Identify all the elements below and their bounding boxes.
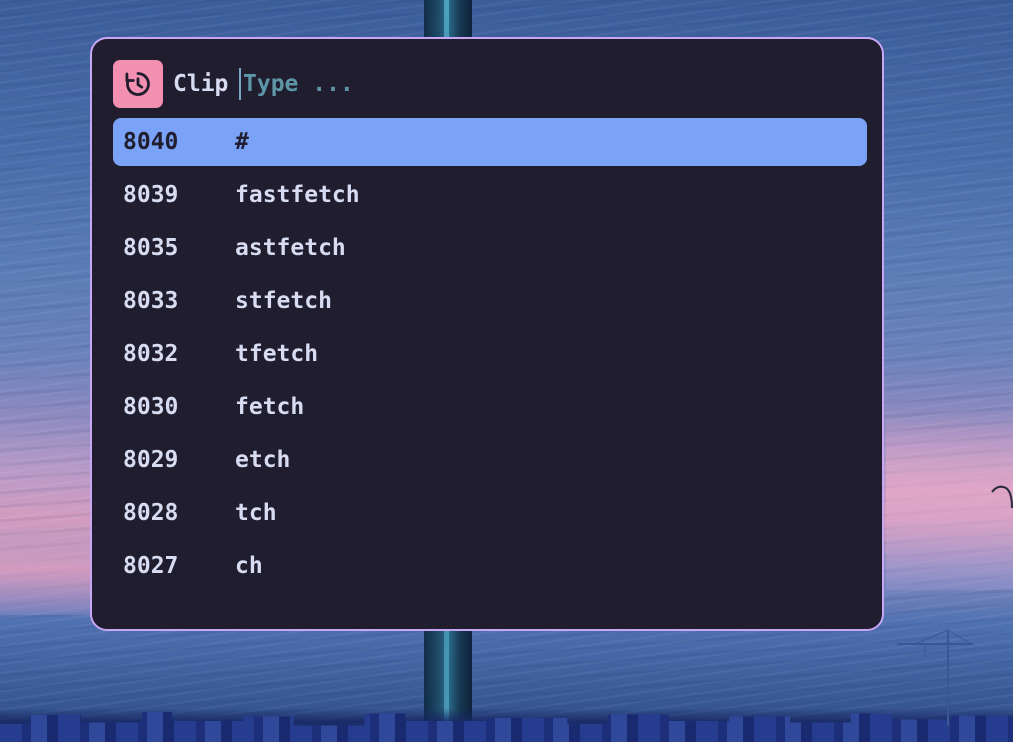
clipboard-launcher-window: Clip 8040 # 8039 fastfetch 8035 astfetch…: [90, 37, 884, 631]
wallpaper-lamp: [991, 485, 1013, 508]
result-id: 8033: [123, 288, 179, 314]
result-text: ch: [235, 553, 263, 579]
history-icon: [125, 72, 150, 96]
result-id: 8030: [123, 394, 179, 420]
result-id: 8027: [123, 553, 179, 579]
search-bar: Clip: [113, 60, 867, 108]
result-text: tch: [235, 500, 277, 526]
result-row[interactable]: 8035 astfetch: [113, 224, 867, 272]
result-row[interactable]: 8039 fastfetch: [113, 171, 867, 219]
mode-button[interactable]: [113, 60, 163, 108]
mode-label: Clip: [173, 71, 229, 97]
result-row[interactable]: 8033 stfetch: [113, 277, 867, 325]
result-id: 8032: [123, 341, 179, 367]
result-row[interactable]: 8028 tch: [113, 489, 867, 537]
result-text: fetch: [235, 394, 305, 420]
crane-silhouette: [897, 629, 973, 726]
result-row[interactable]: 8032 tfetch: [113, 330, 867, 378]
result-text: etch: [235, 447, 291, 473]
result-text: stfetch: [235, 288, 332, 314]
search-input[interactable]: [239, 68, 843, 100]
result-text: astfetch: [235, 235, 346, 261]
result-id: 8040: [123, 129, 179, 155]
result-text: fastfetch: [235, 182, 360, 208]
result-id: 8035: [123, 235, 179, 261]
result-id: 8028: [123, 500, 179, 526]
result-id: 8029: [123, 447, 179, 473]
result-list: 8040 # 8039 fastfetch 8035 astfetch 8033…: [113, 118, 867, 595]
result-row[interactable]: 8030 fetch: [113, 383, 867, 431]
result-id: 8039: [123, 182, 179, 208]
result-text: tfetch: [235, 341, 319, 367]
result-row-selected[interactable]: 8040 #: [113, 118, 867, 166]
result-row[interactable]: 8027 ch: [113, 542, 867, 590]
result-text: #: [235, 129, 249, 155]
result-row[interactable]: 8029 etch: [113, 436, 867, 484]
